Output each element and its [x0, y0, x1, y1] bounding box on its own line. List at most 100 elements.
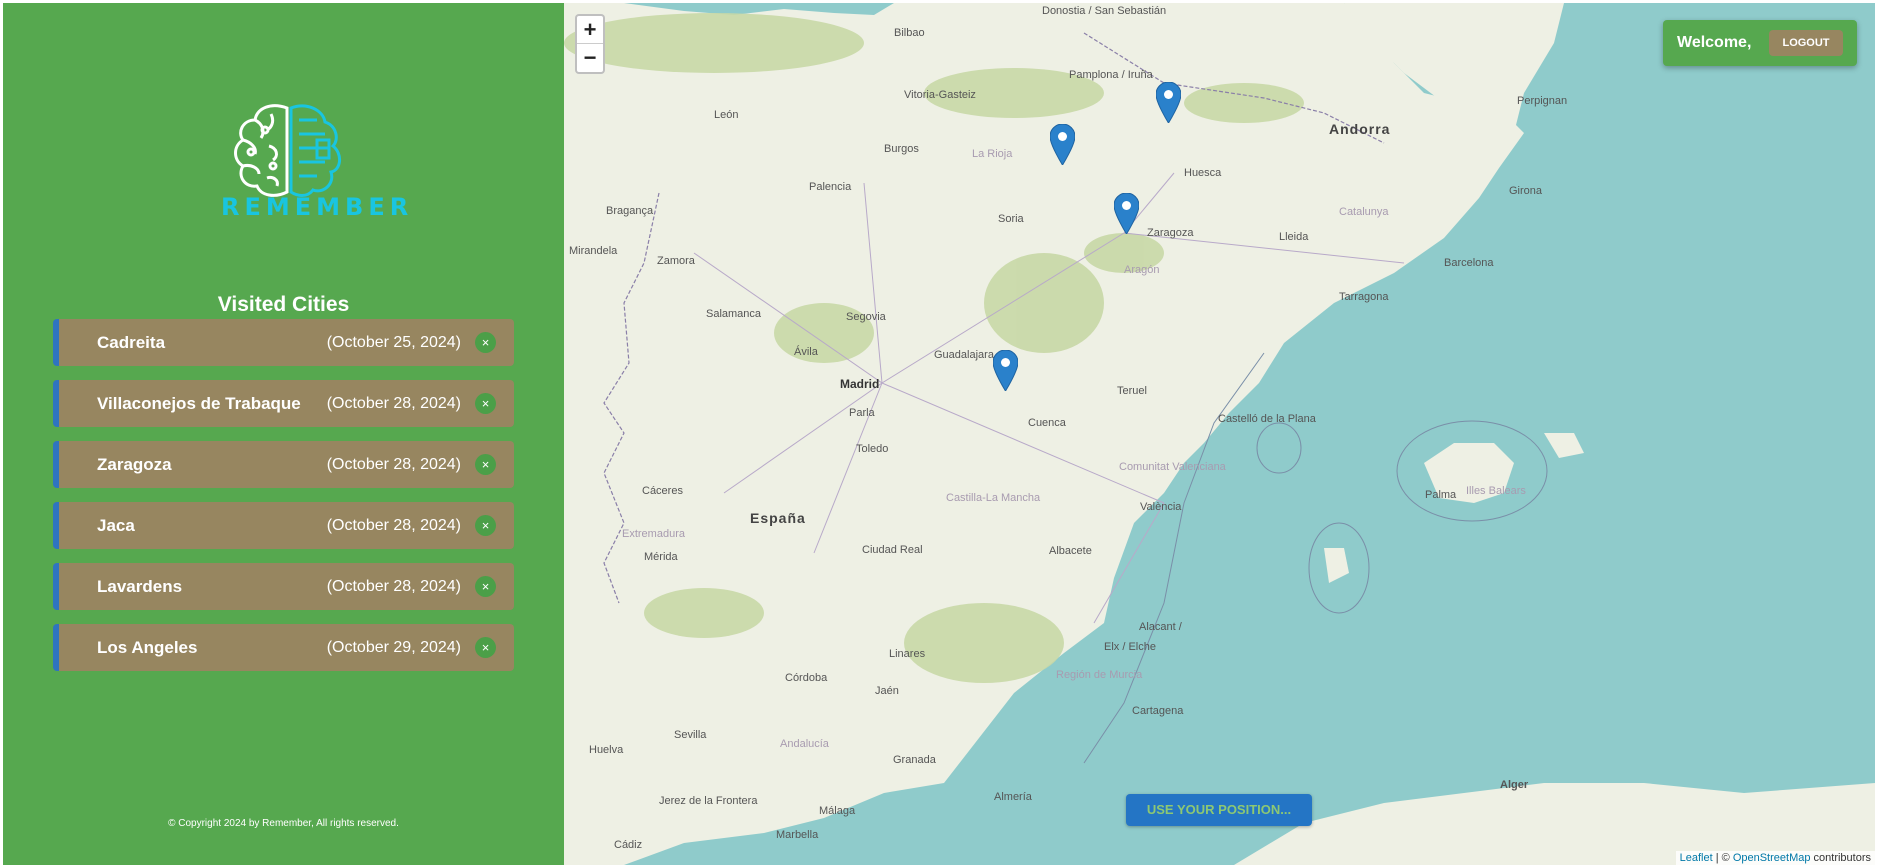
map-label: Jerez de la Frontera [659, 795, 758, 807]
map-label: Palencia [809, 181, 852, 193]
map-label: Mirandela [569, 245, 618, 257]
map-label: Cartagena [1132, 705, 1184, 717]
app-root: REMEMBER Visited Cities Cadreita (Octobe… [0, 0, 1878, 868]
map-label: Jaén [875, 685, 899, 697]
map-label: Zamora [657, 255, 695, 267]
zoom-in-button[interactable]: + [577, 16, 603, 44]
map-label: Córdoba [785, 672, 828, 684]
map-label: Andorra [1329, 121, 1391, 137]
map-label: Albacete [1049, 545, 1092, 557]
map-label: Bilbao [894, 27, 925, 39]
map-label: Tarragona [1339, 291, 1389, 303]
map-label: Soria [998, 213, 1024, 225]
attribution-separator: | © [1712, 852, 1733, 864]
map-label: Illes Balears [1466, 485, 1526, 497]
map-label: Segovia [846, 311, 886, 323]
location-marker-icon[interactable] [1156, 82, 1181, 123]
logout-button[interactable]: LOGOUT [1769, 30, 1843, 56]
city-date: (October 28, 2024) [326, 577, 461, 595]
map-label: La Rioja [972, 148, 1013, 160]
map-label: Castilla-La Mancha [946, 492, 1041, 504]
city-name: Jaca [97, 515, 135, 535]
map-label: Ciudad Real [862, 544, 923, 556]
map-label: Alger [1500, 779, 1529, 791]
map-label: Catalunya [1339, 206, 1389, 218]
map-label: Málaga [819, 805, 856, 817]
city-date: (October 25, 2024) [326, 333, 461, 351]
map-label: Aragón [1124, 264, 1160, 276]
map-label: Donostia / San Sebastián [1042, 5, 1167, 17]
map-label: León [714, 109, 739, 121]
visited-cities-title: Visited Cities [217, 293, 350, 316]
remove-city-button[interactable]: × [475, 637, 496, 658]
city-name: Lavardens [97, 576, 183, 596]
map-label: Bragança [606, 205, 654, 217]
attribution-contributors: contributors [1810, 852, 1871, 864]
city-name: Villaconejos de Trabaque [97, 393, 301, 413]
use-your-position-button[interactable]: USE YOUR POSITION... [1126, 794, 1312, 826]
map-label: Perpignan [1517, 95, 1568, 107]
zoom-control: + − [575, 14, 605, 74]
map-label: Barcelona [1444, 257, 1494, 269]
map-label: Cuenca [1028, 417, 1066, 429]
map-label: Huelva [589, 744, 624, 756]
map-label: Cádiz [614, 839, 643, 851]
city-name: Zaragoza [97, 454, 172, 474]
location-marker-icon[interactable] [993, 350, 1018, 391]
map-label: Pamplona / Iruña [1069, 69, 1153, 81]
map-label: Sevilla [674, 729, 707, 741]
map-label: Huesca [1184, 167, 1222, 179]
leaflet-link[interactable]: Leaflet [1680, 852, 1713, 864]
location-marker-icon[interactable] [1114, 193, 1139, 234]
city-item[interactable]: Cadreita (October 25, 2024) × [53, 319, 514, 366]
map-label: Girona [1509, 185, 1543, 197]
map-label: Parla [849, 407, 875, 419]
map-label: Almería [994, 791, 1032, 803]
map-label: Granada [893, 754, 936, 766]
map-label: València [1140, 501, 1182, 513]
map-label: Alacant / [1139, 621, 1182, 633]
city-date: (October 28, 2024) [326, 455, 461, 473]
map-label: Burgos [884, 143, 919, 155]
welcome-panel: Welcome, LOGOUT [1663, 20, 1857, 66]
map-label: Toledo [856, 443, 889, 455]
city-item[interactable]: Jaca (October 28, 2024) × [53, 502, 514, 549]
openstreetmap-link[interactable]: OpenStreetMap [1733, 852, 1811, 864]
map-label: Teruel [1117, 385, 1147, 397]
city-name: Cadreita [97, 332, 166, 352]
city-item[interactable]: Los Angeles (October 29, 2024) × [53, 624, 514, 671]
zoom-out-button[interactable]: − [577, 44, 603, 72]
map-label: Elx / Elche [1104, 641, 1156, 653]
city-item[interactable]: Zaragoza (October 28, 2024) × [53, 441, 514, 488]
map-label: Linares [889, 648, 926, 660]
city-name: Los Angeles [97, 637, 198, 657]
sidebar: REMEMBER Visited Cities Cadreita (Octobe… [3, 3, 564, 865]
map-attribution: Leaflet | © OpenStreetMap contributors [1675, 851, 1875, 865]
map-tiles[interactable] [564, 3, 1875, 865]
map-label: Marbella [776, 829, 819, 841]
remove-city-button[interactable]: × [475, 393, 496, 414]
city-item[interactable]: Lavardens (October 28, 2024) × [53, 563, 514, 610]
remove-city-button[interactable]: × [475, 454, 496, 475]
city-date: (October 28, 2024) [326, 516, 461, 534]
remove-city-button[interactable]: × [475, 332, 496, 353]
city-date: (October 28, 2024) [326, 394, 461, 412]
map-label: Guadalajara [934, 349, 994, 361]
map-label: Madrid [840, 377, 880, 391]
map-label: Comunitat Valenciana [1119, 461, 1226, 473]
map-label: Zaragoza [1147, 227, 1194, 239]
copyright-text: © Copyright 2024 by Remember, All rights… [168, 818, 399, 829]
remove-city-button[interactable]: × [475, 515, 496, 536]
location-marker-icon[interactable] [1050, 124, 1075, 165]
map-label: Ávila [794, 346, 818, 358]
map-label: España [750, 510, 806, 526]
remove-city-button[interactable]: × [475, 576, 496, 597]
map-label: Andalucía [780, 738, 829, 750]
city-item[interactable]: Villaconejos de Trabaque (October 28, 20… [53, 380, 514, 427]
map-label: Mérida [644, 551, 678, 563]
visited-cities-list: Cadreita (October 25, 2024) × Villaconej… [53, 319, 514, 685]
map-label: Región de Murcia [1056, 669, 1143, 681]
map-view[interactable]: Madrid España Andorra Zaragoza València … [564, 3, 1875, 865]
welcome-text: Welcome, [1677, 34, 1752, 51]
map-label: Vitoria-Gasteiz [904, 89, 976, 101]
